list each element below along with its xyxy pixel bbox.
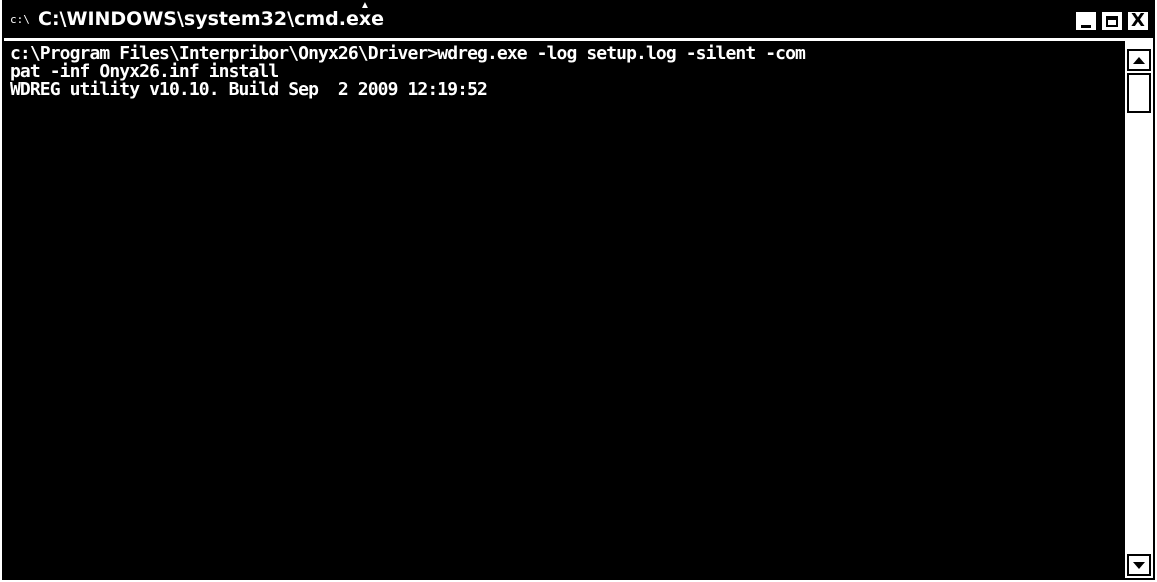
window-title: C:\WINDOWS\system32\cmd.exe bbox=[38, 8, 384, 30]
scroll-thumb[interactable] bbox=[1127, 73, 1151, 113]
console-output[interactable]: c:\Program Files\Interpribor\Onyx26\Driv… bbox=[4, 41, 1121, 578]
minimize-button[interactable] bbox=[1074, 10, 1098, 32]
close-button[interactable]: X bbox=[1126, 10, 1150, 32]
cmd-icon[interactable]: c:\ bbox=[10, 12, 32, 28]
console-line: WDREG utility v10.10. Build Sep 2 2009 1… bbox=[10, 79, 488, 100]
vertical-scrollbar[interactable] bbox=[1123, 41, 1153, 578]
arrow-up-icon bbox=[1133, 56, 1145, 64]
scroll-up-button[interactable] bbox=[1127, 49, 1151, 71]
maximize-icon bbox=[1106, 15, 1118, 27]
mouse-cursor-icon: ▲ bbox=[360, 0, 370, 11]
minimize-icon bbox=[1081, 24, 1091, 28]
cmd-window: c:\ C:\WINDOWS\system32\cmd.exe ▲ X c:\P… bbox=[2, 0, 1155, 580]
arrow-down-icon bbox=[1133, 561, 1145, 569]
maximize-button[interactable] bbox=[1100, 10, 1124, 32]
close-icon: X bbox=[1131, 10, 1145, 31]
title-bar[interactable]: c:\ C:\WINDOWS\system32\cmd.exe ▲ X bbox=[4, 0, 1153, 41]
scroll-down-button[interactable] bbox=[1127, 554, 1151, 576]
